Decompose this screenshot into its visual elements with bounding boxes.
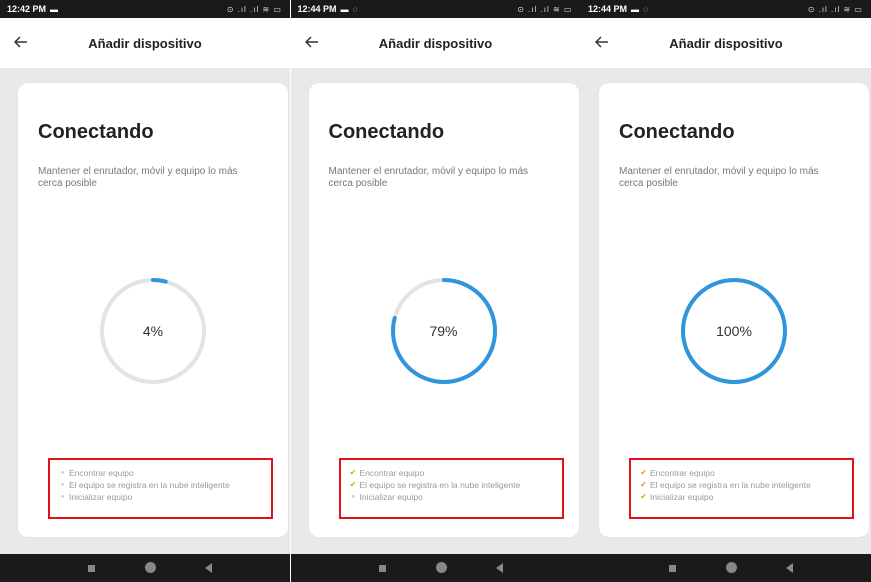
steps-list: ✔ Encontrar equipo ✔ El equipo se regist… [629, 458, 854, 519]
notification-icons: ▬ ◌ [631, 4, 650, 14]
description: Mantener el enrutador, móvil y equipo lo… [38, 166, 238, 189]
step-item: ✔ Inicializar equipo [639, 491, 852, 503]
status-bar: 12:42 PM ▬ ⊙ .ıl .ıl ≋ ▭ [0, 0, 290, 18]
check-icon: ✔ [349, 468, 357, 477]
step-item: ✔ El equipo se registra en la nube intel… [639, 479, 852, 491]
page-title: Añadir dispositivo [378, 35, 493, 51]
steps-list: ✔ Encontrar equipo ✔ El equipo se regist… [338, 458, 564, 519]
progress-percentage: 100% [716, 323, 752, 339]
description: Mantener el enrutador, móvil y equipo lo… [328, 166, 529, 189]
back-arrow-icon[interactable] [592, 32, 612, 52]
pending-dot-icon: ● [60, 494, 65, 500]
steps-list: ● Encontrar equipo ● El equipo se regist… [48, 458, 273, 519]
step-label: El equipo se registra en la nube intelig… [359, 480, 521, 490]
home-circle-icon[interactable] [726, 562, 737, 573]
notification-icons: ▬ ◌ [340, 4, 359, 14]
phone-screen-1: 12:42 PM ▬ ⊙ .ıl .ıl ≋ ▭ Añadir disposit… [0, 0, 290, 582]
phone-screen-3: 12:44 PM ▬ ◌ ⊙ .ıl .ıl ≋ ▭ Añadir dispos… [581, 0, 871, 582]
progress-ring: 100% [679, 276, 789, 386]
phone-screen-2: 12:44 PM ▬ ◌ ⊙ .ıl .ıl ≋ ▭ Añadir dispos… [290, 0, 581, 582]
nav-bar [290, 554, 581, 582]
connecting-card: Conectando Mantener el enrutador, móvil … [599, 83, 869, 537]
status-time: 12:42 PM [7, 4, 47, 14]
step-label: Encontrar equipo [359, 468, 425, 478]
status-time: 12:44 PM [297, 4, 337, 14]
nav-bar [0, 554, 290, 582]
check-icon: ✔ [640, 468, 647, 477]
back-arrow-icon[interactable] [302, 32, 322, 52]
app-bar: Añadir dispositivo [581, 18, 871, 68]
step-item: ● Inicializar equipo [349, 491, 562, 503]
pending-dot-icon: ● [60, 470, 65, 476]
recents-square-icon[interactable] [88, 565, 95, 572]
page-title: Añadir dispositivo [88, 35, 202, 51]
nav-back-triangle-icon[interactable] [495, 563, 503, 573]
progress-ring: 4% [98, 276, 208, 386]
description: Mantener el enrutador, móvil y equipo lo… [619, 166, 819, 189]
step-item: ● El equipo se registra en la nube intel… [58, 479, 271, 491]
app-bar: Añadir dispositivo [0, 18, 290, 68]
status-bar: 12:44 PM ▬ ◌ ⊙ .ıl .ıl ≋ ▭ [290, 0, 581, 18]
status-time: 12:44 PM [588, 4, 628, 14]
step-label: El equipo se registra en la nube intelig… [69, 480, 230, 490]
progress-percentage: 79% [429, 323, 458, 339]
page-title: Añadir dispositivo [669, 35, 783, 51]
screens-row: 12:42 PM ▬ ⊙ .ıl .ıl ≋ ▭ Añadir disposit… [0, 0, 871, 582]
heading: Conectando [619, 121, 735, 143]
system-icons: ⊙ .ıl .ıl ≋ ▭ [226, 4, 282, 14]
check-icon: ✔ [349, 480, 357, 489]
nav-bar [581, 554, 871, 582]
pending-dot-icon: ● [60, 482, 65, 488]
step-label: Inicializar equipo [359, 492, 423, 502]
home-circle-icon[interactable] [145, 562, 156, 573]
step-item: ✔ Encontrar equipo [639, 467, 852, 479]
recents-square-icon[interactable] [378, 565, 386, 572]
step-label: El equipo se registra en la nube intelig… [650, 480, 811, 490]
system-icons: ⊙ .ıl .ıl ≋ ▭ [807, 4, 863, 14]
app-bar: Añadir dispositivo [290, 18, 581, 68]
check-icon: ✔ [640, 492, 647, 501]
connecting-card: Conectando Mantener el enrutador, móvil … [18, 83, 288, 537]
check-icon: ✔ [640, 480, 647, 489]
step-label: Encontrar equipo [69, 468, 134, 478]
recents-square-icon[interactable] [669, 565, 676, 572]
home-circle-icon[interactable] [435, 562, 447, 573]
back-arrow-icon[interactable] [11, 32, 31, 52]
connecting-card: Conectando Mantener el enrutador, móvil … [308, 83, 579, 537]
notification-icons: ▬ [50, 4, 60, 14]
step-item: ● Inicializar equipo [58, 491, 271, 503]
nav-back-triangle-icon[interactable] [205, 563, 212, 573]
pending-dot-icon: ● [351, 494, 355, 500]
status-bar: 12:44 PM ▬ ◌ ⊙ .ıl .ıl ≋ ▭ [581, 0, 871, 18]
step-label: Encontrar equipo [650, 468, 715, 478]
system-icons: ⊙ .ıl .ıl ≋ ▭ [517, 4, 573, 14]
step-item: ● Encontrar equipo [58, 467, 271, 479]
step-label: Inicializar equipo [650, 492, 714, 502]
nav-back-triangle-icon[interactable] [786, 563, 793, 573]
progress-percentage: 4% [142, 323, 164, 339]
heading: Conectando [328, 121, 445, 143]
step-item: ✔ Encontrar equipo [349, 467, 562, 479]
heading: Conectando [38, 121, 154, 143]
step-item: ✔ El equipo se registra en la nube intel… [349, 479, 562, 491]
progress-ring: 79% [389, 276, 499, 386]
step-label: Inicializar equipo [69, 492, 133, 502]
